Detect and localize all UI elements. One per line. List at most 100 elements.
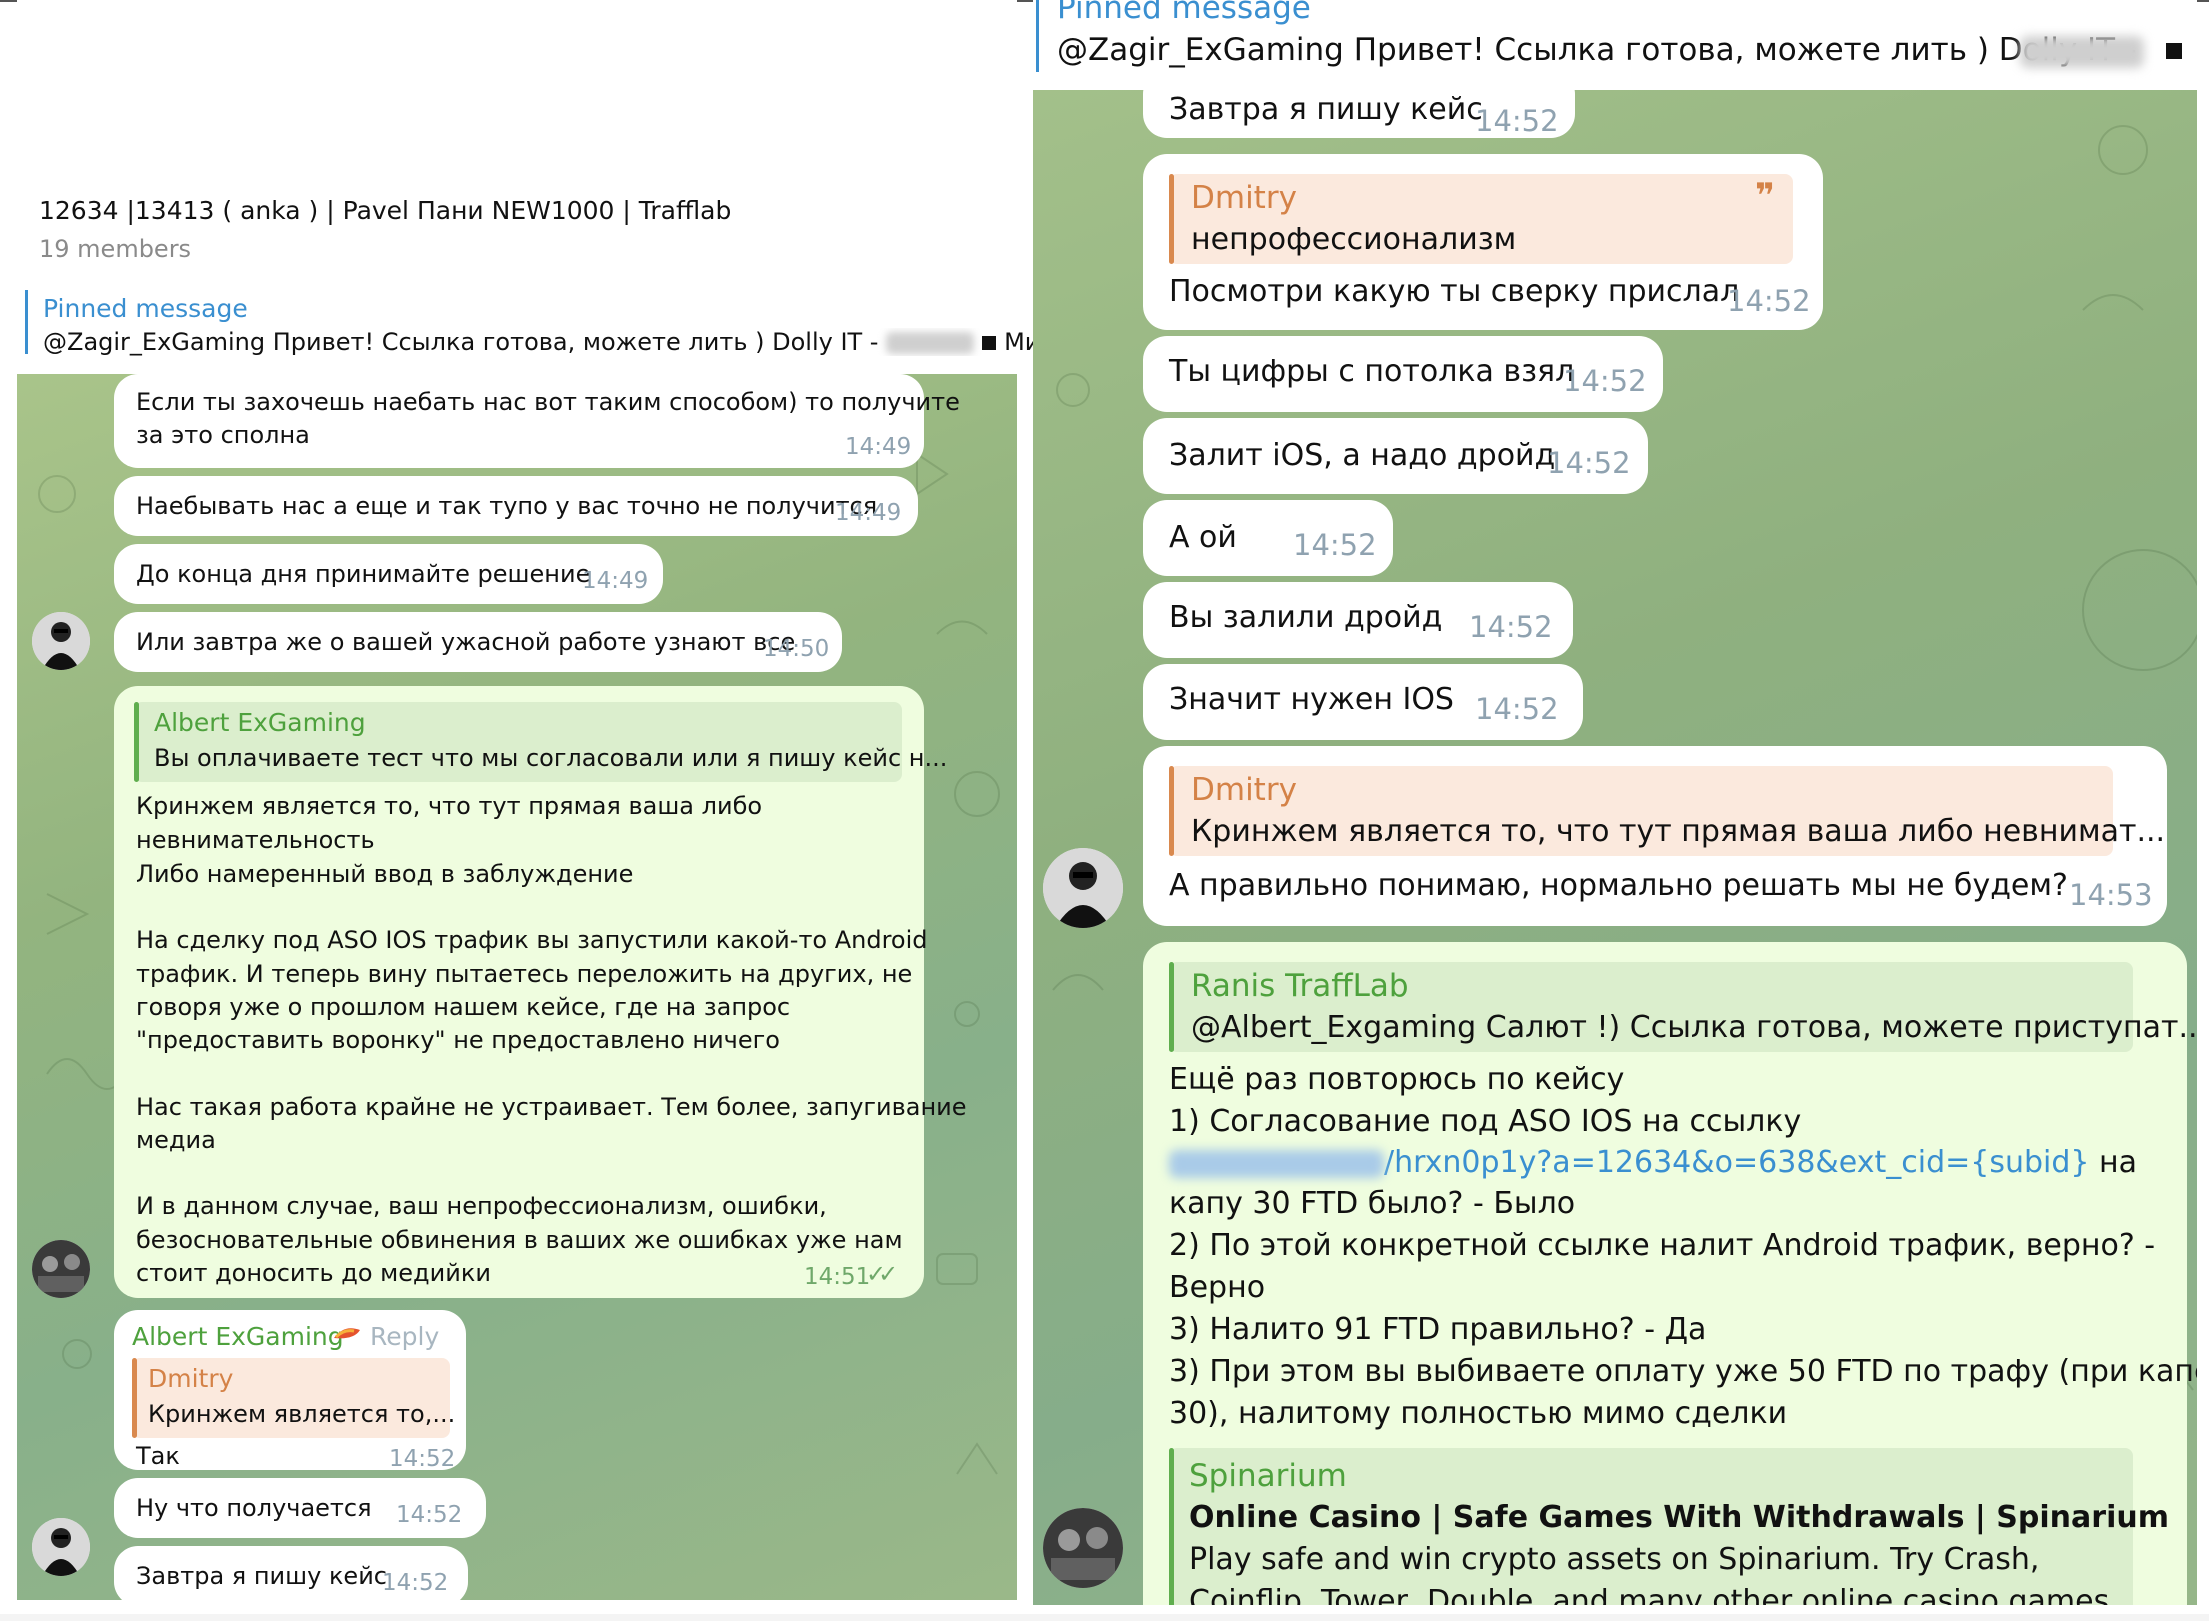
pinned-header: Pinned message @Zagir_ExGaming Привет! С… [1033, 0, 2197, 90]
message-line: 2) По этой конкретной ссылке налит Andro… [1169, 1228, 2156, 1263]
pinned-label[interactable]: Pinned message [1057, 0, 1311, 26]
quote-mark-icon: ❞ [1755, 176, 1775, 216]
message-time: 14:50 [763, 636, 830, 662]
message-text: Завтра я пишу кейс [136, 1562, 387, 1590]
preview-description: Coinflip, Tower, Double, and many other … [1189, 1584, 2110, 1605]
message-bubble[interactable]: Наебывать нас а еще и так тупо у вас точ… [114, 476, 918, 536]
message-bubble[interactable]: Завтра я пишу кейс 14:52 [114, 1546, 468, 1600]
man-in-suit-icon [1043, 848, 1123, 928]
preview-title: Online Casino | Safe Games With Withdraw… [1189, 1500, 2169, 1535]
reply-quote[interactable]: Ranis TraffLab @Albert_Exgaming Салют !)… [1169, 962, 2197, 1052]
avatar[interactable] [32, 1240, 90, 1298]
message-bubble[interactable]: До конца дня принимайте решение 14:49 [114, 544, 663, 604]
message-bubble[interactable]: А ой 14:52 [1143, 500, 1393, 576]
avatar[interactable] [1043, 1508, 1123, 1588]
message-line: невнимательность [136, 826, 375, 854]
reply-label[interactable]: Reply [370, 1322, 439, 1351]
message-text: До конца дня принимайте решение [136, 560, 591, 588]
quote-text: непрофессионализм [1191, 222, 1517, 257]
message-line: 3) Налито 91 FTD правильно? - Да [1169, 1312, 1707, 1347]
chat-header: 12634 |13413 ( anka ) | Pavel Пани NEW10… [17, 0, 1033, 356]
message-line: На сделку под ASO IOS трафик вы запустил… [136, 926, 928, 954]
quote-bar [132, 1358, 137, 1438]
message-bubble[interactable]: Albert ExGaming Reply Dmitry Кринжем явл… [114, 1310, 466, 1472]
message-bubble[interactable]: Залит iOS, а надо дройд 14:52 [1143, 418, 1648, 494]
blurred-username [886, 332, 975, 354]
chat-title[interactable]: 12634 |13413 ( anka ) | Pavel Пани NEW10… [39, 196, 731, 225]
message-line: Кринжем является то, что тут прямая ваша… [136, 792, 763, 820]
pinned-bar [25, 290, 28, 354]
message-bubble[interactable]: Dmitry ❞ непрофессионализм Посмотри каку… [1143, 154, 1823, 330]
message-time: 14:49 [582, 568, 649, 594]
group-photo-icon [1043, 1508, 1123, 1588]
link-preview[interactable]: Spinarium Online Casino | Safe Games Wit… [1169, 1448, 2169, 1605]
chat-area[interactable]: Если ты захочешь наебать нас вот таким с… [17, 374, 1017, 1600]
message-time: 14:52 [1563, 364, 1647, 398]
link-suffix: на [2089, 1145, 2138, 1180]
quote-bar [1169, 766, 1174, 856]
fire-emoji-icon [332, 1324, 362, 1346]
pinned-text-tail: Мини [1004, 328, 1033, 356]
message-text: Значит нужен IOS [1169, 682, 1454, 717]
avatar[interactable] [32, 612, 90, 670]
message-text: Залит iOS, а надо дройд [1169, 438, 1556, 473]
quote-sender: Ranis TraffLab [1191, 968, 1409, 1004]
message-time: 14:52 [1475, 104, 1559, 138]
message-sender[interactable]: Albert ExGaming [132, 1322, 344, 1351]
quote-bar [134, 702, 139, 782]
avatar[interactable] [32, 1518, 90, 1576]
message-bubble[interactable]: Или завтра же о вашей ужасной работе узн… [114, 612, 842, 672]
message-text: А ой [1169, 520, 1237, 555]
reply-quote[interactable]: Albert ExGaming Вы оплачиваете тест что … [134, 702, 947, 782]
message-bubble[interactable]: Вы залили дройд 14:52 [1143, 582, 1573, 658]
message-time: 14:53 [2069, 878, 2153, 912]
message-time: 14:49 [845, 434, 912, 460]
message-line: капу 30 FTD было? - Было [1169, 1186, 1576, 1221]
message-line: говоря уже о прошлом нашем кейсе, где на… [136, 993, 791, 1021]
quote-text: Кринжем является то,... [148, 1400, 456, 1428]
avatar[interactable] [1043, 848, 1123, 928]
message-time: 14:52 [1293, 528, 1377, 562]
pinned-text-main: @Zagir_ExGaming Привет! Ссылка готова, м… [43, 328, 887, 356]
message-time: 14:49 [835, 500, 902, 526]
message-text: Завтра я пишу кейс [1169, 92, 1483, 127]
message-bubble[interactable]: Если ты захочешь наебать нас вот таким с… [114, 374, 960, 468]
blurred-username [2020, 36, 2144, 68]
outgoing-message[interactable]: Ranis TraffLab @Albert_Exgaming Салют !)… [1143, 942, 2197, 1605]
message-text: Или завтра же о вашей ужасной работе узн… [136, 628, 796, 656]
outgoing-message[interactable]: Albert ExGaming Вы оплачиваете тест что … [114, 686, 967, 1298]
quote-sender: Dmitry [148, 1364, 234, 1393]
quote-sender: Dmitry [1191, 180, 1297, 216]
pinned-label[interactable]: Pinned message [43, 294, 248, 323]
preview-description: Play safe and win crypto assets on Spina… [1189, 1542, 2040, 1577]
quote-sender: Dmitry [1191, 772, 1297, 808]
message-line: медиа [136, 1126, 216, 1154]
message-line: Верно [1169, 1270, 1266, 1305]
message-bubble[interactable]: Ты цифры с потолка взял 14:52 [1143, 336, 1663, 412]
reply-quote[interactable]: Dmitry Кринжем является то, что тут прям… [1169, 766, 2165, 856]
message-bubble[interactable]: Dmitry Кринжем является то, что тут прям… [1143, 746, 2167, 926]
pinned-text[interactable]: @Zagir_ExGaming Привет! Ссылка готова, м… [43, 328, 1033, 356]
message-text: Наебывать нас а еще и так тупо у вас точ… [136, 492, 878, 520]
message-bubble[interactable]: Значит нужен IOS 14:52 [1143, 664, 1583, 740]
message-text: Посмотри какую ты сверку прислал [1169, 274, 1740, 309]
left-screenshot: 12634 |13413 ( anka ) | Pavel Пани NEW10… [17, 0, 1033, 1600]
message-bubble[interactable]: Завтра я пишу кейс 14:52 [1143, 90, 1575, 138]
offer-link[interactable]: /hrxn0p1y?a=12634&o=638&ext_cid={subid} [1384, 1145, 2090, 1180]
chat-area[interactable]: Завтра я пишу кейс 14:52 Dmitry ❞ непроф… [1033, 90, 2197, 1605]
message-time: 14:52 [1547, 446, 1631, 480]
bottom-strip [0, 1614, 2209, 1621]
group-photo-icon [32, 1240, 90, 1298]
message-line: 3) При этом вы выбиваете оплату уже 50 F… [1169, 1354, 2197, 1389]
message-time: 14:52 [1727, 284, 1811, 318]
message-line: стоит доносить до медийки [136, 1259, 491, 1287]
pinned-text[interactable]: @Zagir_ExGaming Привет! Ссылка готова, м… [1057, 32, 2136, 68]
message-line: 1) Согласование под ASO IOS на ссылку [1169, 1104, 1802, 1139]
read-checkmarks-icon: ✓✓ [866, 1260, 898, 1288]
message-bubble[interactable]: Ну что получается 14:52 [114, 1478, 486, 1538]
message-line: 30), налитому полностью мимо сделки [1169, 1396, 1788, 1431]
reply-quote[interactable]: Dmitry ❞ непрофессионализм [1169, 174, 1793, 264]
pinned-bar [1036, 0, 1039, 72]
preview-site-name: Spinarium [1189, 1458, 1347, 1494]
reply-quote[interactable]: Dmitry Кринжем является то,... [132, 1358, 455, 1438]
